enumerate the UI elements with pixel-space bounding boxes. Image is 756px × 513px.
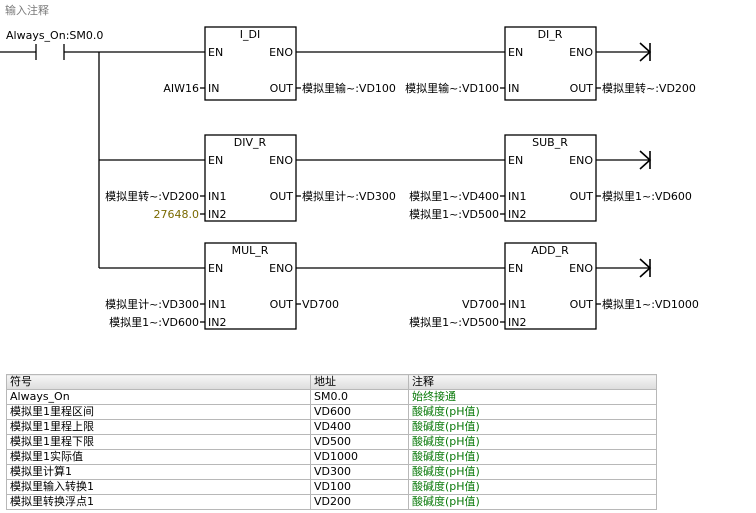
sub-r-block[interactable]: SUB_R EN ENO IN1 IN2 OUT <box>504 134 597 222</box>
symbol-cell[interactable]: 模拟里1里程下限 <box>6 434 311 450</box>
operand-div-r-in2-constant[interactable]: 27648.0 <box>154 208 200 221</box>
symbol-cell[interactable]: 模拟里输入转换1 <box>6 479 311 495</box>
comment-column-header[interactable]: 注释 <box>408 374 657 390</box>
eno-pin: ENO <box>269 154 293 167</box>
address-cell[interactable]: VD1000 <box>310 449 409 465</box>
out-pin: OUT <box>270 190 294 203</box>
en-pin: EN <box>508 262 523 275</box>
table-row[interactable]: 模拟里计算1 VD300 酸碱度(pH值) <box>6 464 657 480</box>
operand-mul-r-out[interactable]: VD700 <box>302 298 339 311</box>
table-row[interactable]: Always_On SM0.0 始终接通 <box>6 389 657 405</box>
out-pin: OUT <box>570 190 594 203</box>
in2-pin: IN2 <box>208 208 226 221</box>
operand-mul-r-in1[interactable]: 模拟里计~:VD300 <box>105 297 199 311</box>
eno-pin: ENO <box>269 262 293 275</box>
mul-r-block[interactable]: MUL_R EN ENO IN1 IN2 OUT <box>204 242 297 330</box>
address-cell[interactable]: VD300 <box>310 464 409 480</box>
i-di-block[interactable]: I_DI EN ENO IN OUT <box>204 26 297 101</box>
address-cell[interactable]: VD400 <box>310 419 409 435</box>
comment-cell[interactable]: 酸碱度(pH值) <box>408 494 657 510</box>
normally-open-contact[interactable] <box>0 44 65 60</box>
out-pin: OUT <box>270 298 294 311</box>
address-cell[interactable]: VD100 <box>310 479 409 495</box>
operand-div-r-out[interactable]: 模拟里计~:VD300 <box>302 189 396 203</box>
table-row[interactable]: 模拟里输入转换1 VD100 酸碱度(pH值) <box>6 479 657 495</box>
operand-add-r-in2[interactable]: 模拟里1~:VD500 <box>409 315 499 329</box>
in2-pin: IN2 <box>508 208 526 221</box>
table-row[interactable]: 模拟里1里程区间 VD600 酸碱度(pH值) <box>6 404 657 420</box>
eno-pin: ENO <box>569 46 593 59</box>
out-pin: OUT <box>570 298 594 311</box>
symbol-cell[interactable]: Always_On <box>6 389 311 405</box>
network-comment[interactable]: 输入注释 <box>5 3 49 17</box>
block-title: ADD_R <box>531 244 569 257</box>
operand-add-r-out[interactable]: 模拟里1~:VD1000 <box>602 297 699 311</box>
out-pin: OUT <box>570 82 594 95</box>
address-cell[interactable]: VD500 <box>310 434 409 450</box>
comment-cell[interactable]: 酸碱度(pH值) <box>408 449 657 465</box>
en-pin: EN <box>208 262 223 275</box>
comment-cell[interactable]: 始终接通 <box>408 389 657 405</box>
en-pin: EN <box>508 154 523 167</box>
in1-pin: IN1 <box>208 190 226 203</box>
address-cell[interactable]: SM0.0 <box>310 389 409 405</box>
address-column-header[interactable]: 地址 <box>310 374 409 390</box>
in2-pin: IN2 <box>508 316 526 329</box>
operand-di-r-in[interactable]: 模拟里输~:VD100 <box>405 81 499 95</box>
operand-di-r-out[interactable]: 模拟里转~:VD200 <box>602 81 696 95</box>
symbol-cell[interactable]: 模拟里计算1 <box>6 464 311 480</box>
in1-pin: IN1 <box>508 298 526 311</box>
operand-div-r-in1[interactable]: 模拟里转~:VD200 <box>105 189 199 203</box>
eno-pin: ENO <box>569 154 593 167</box>
comment-cell[interactable]: 酸碱度(pH值) <box>408 464 657 480</box>
di-r-block[interactable]: DI_R EN ENO IN OUT <box>504 26 597 101</box>
eno-pin: ENO <box>269 46 293 59</box>
in2-pin: IN2 <box>208 316 226 329</box>
in-pin: IN <box>508 82 519 95</box>
add-r-block[interactable]: ADD_R EN ENO IN1 IN2 OUT <box>504 242 597 330</box>
symbol-cell[interactable]: 模拟里1里程区间 <box>6 404 311 420</box>
en-pin: EN <box>208 154 223 167</box>
in1-pin: IN1 <box>508 190 526 203</box>
out-pin: OUT <box>270 82 294 95</box>
symbol-column-header[interactable]: 符号 <box>6 374 311 390</box>
comment-cell[interactable]: 酸碱度(pH值) <box>408 479 657 495</box>
operand-i-di-in[interactable]: AIW16 <box>163 82 199 95</box>
symbol-cell[interactable]: 模拟里1实际值 <box>6 449 311 465</box>
block-title: DI_R <box>538 28 563 41</box>
operand-i-di-out[interactable]: 模拟里输~:VD100 <box>302 81 396 95</box>
operand-add-r-in1[interactable]: VD700 <box>462 298 499 311</box>
en-pin: EN <box>508 46 523 59</box>
comment-cell[interactable]: 酸碱度(pH值) <box>408 419 657 435</box>
table-row[interactable]: 模拟里转换浮点1 VD200 酸碱度(pH值) <box>6 494 657 510</box>
symbol-table: 符号 地址 注释 Always_On SM0.0 始终接通 模拟里1里程区间 V… <box>6 374 657 510</box>
operand-sub-r-in2[interactable]: 模拟里1~:VD500 <box>409 207 499 221</box>
block-title: I_DI <box>240 28 260 41</box>
table-row[interactable]: 模拟里1里程下限 VD500 酸碱度(pH值) <box>6 434 657 450</box>
operand-sub-r-out[interactable]: 模拟里1~:VD600 <box>602 189 692 203</box>
symbol-cell[interactable]: 模拟里转换浮点1 <box>6 494 311 510</box>
in-pin: IN <box>208 82 219 95</box>
address-cell[interactable]: VD200 <box>310 494 409 510</box>
symbol-cell[interactable]: 模拟里1里程上限 <box>6 419 311 435</box>
block-title: SUB_R <box>532 136 568 149</box>
block-title: MUL_R <box>232 244 269 257</box>
en-pin: EN <box>208 46 223 59</box>
in1-pin: IN1 <box>208 298 226 311</box>
address-cell[interactable]: VD600 <box>310 404 409 420</box>
comment-cell[interactable]: 酸碱度(pH值) <box>408 404 657 420</box>
eno-pin: ENO <box>569 262 593 275</box>
ladder-network: 输入注释 Always_On:SM0.0 I_DI EN ENO IN OUT … <box>0 3 699 330</box>
comment-cell[interactable]: 酸碱度(pH值) <box>408 434 657 450</box>
operand-mul-r-in2[interactable]: 模拟里1~:VD600 <box>109 315 199 329</box>
table-row[interactable]: 模拟里1里程上限 VD400 酸碱度(pH值) <box>6 419 657 435</box>
operand-sub-r-in1[interactable]: 模拟里1~:VD400 <box>409 189 499 203</box>
table-row[interactable]: 模拟里1实际值 VD1000 酸碱度(pH值) <box>6 449 657 465</box>
div-r-block[interactable]: DIV_R EN ENO IN1 IN2 OUT <box>204 134 297 222</box>
contact-label: Always_On:SM0.0 <box>6 29 103 42</box>
symbol-table-header: 符号 地址 注释 <box>6 374 657 390</box>
block-title: DIV_R <box>234 136 267 149</box>
